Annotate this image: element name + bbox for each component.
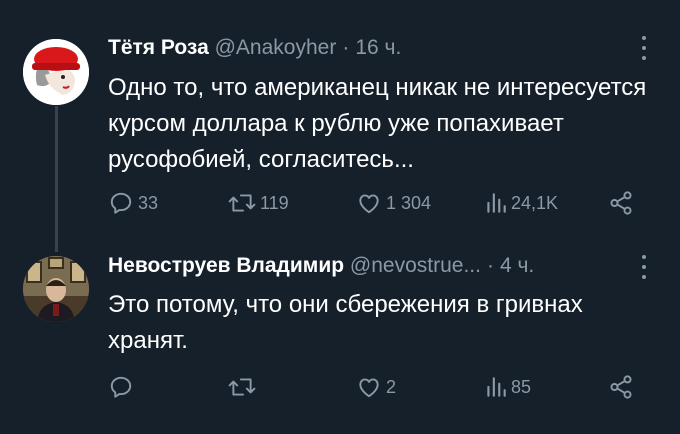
tweet-text: Это потому, что они сбережения в гривнах… bbox=[108, 291, 583, 354]
avatar-image bbox=[23, 256, 89, 322]
separator: · bbox=[486, 254, 494, 277]
reply-button[interactable]: 33 bbox=[108, 188, 158, 218]
share-button[interactable] bbox=[608, 188, 634, 218]
action-bar: 2 85 bbox=[108, 372, 648, 402]
tweet[interactable]: Невоструев Владимир @nevostrue... · 4 ч. Э… bbox=[0, 246, 680, 434]
views-icon bbox=[487, 377, 506, 397]
tweet-header: Тётя Роза @Anakoyher · 16 ч. bbox=[108, 35, 620, 61]
avatar[interactable] bbox=[23, 39, 89, 105]
action-bar: 33 119 1 304 24,1K bbox=[108, 188, 648, 218]
more-icon[interactable] bbox=[634, 36, 654, 60]
tweet-header: Невоструев Владимир @nevostrue... · 4 ч. bbox=[108, 253, 620, 279]
like-count: 1 304 bbox=[386, 192, 432, 213]
more-icon[interactable] bbox=[634, 255, 654, 279]
author-name[interactable]: Невоструев Владимир bbox=[108, 254, 344, 277]
timestamp[interactable]: 4 ч. bbox=[500, 254, 534, 277]
like-button[interactable]: 2 bbox=[356, 372, 396, 402]
avatar[interactable] bbox=[23, 256, 89, 322]
tweet-text: Одно то, что американец никак не интерес… bbox=[108, 74, 647, 173]
author-handle[interactable]: @nevostrue... bbox=[350, 254, 481, 277]
tweet[interactable]: Тётя Роза @Anakoyher · 16 ч. Одно то, что … bbox=[0, 0, 680, 246]
avatar-image bbox=[23, 39, 89, 105]
reply-count: 33 bbox=[138, 192, 159, 213]
retweet-count: 119 bbox=[260, 192, 289, 213]
view-count: 24,1K bbox=[511, 192, 559, 213]
author-name[interactable]: Тётя Роза bbox=[108, 36, 209, 59]
timestamp[interactable]: 16 ч. bbox=[355, 36, 401, 59]
retweet-icon bbox=[228, 378, 256, 396]
reply-icon bbox=[110, 376, 132, 398]
separator: · bbox=[342, 36, 350, 59]
views-button[interactable]: 85 bbox=[485, 372, 531, 402]
author-handle[interactable]: @Anakoyher bbox=[215, 36, 337, 59]
reply-icon bbox=[110, 192, 132, 214]
views-button[interactable]: 24,1K bbox=[485, 188, 558, 218]
share-icon bbox=[610, 191, 632, 215]
share-icon bbox=[610, 375, 632, 399]
share-button[interactable] bbox=[608, 372, 634, 402]
like-button[interactable]: 1 304 bbox=[356, 188, 431, 218]
like-icon bbox=[359, 194, 379, 214]
reply-button[interactable] bbox=[108, 372, 138, 402]
retweet-button[interactable]: 119 bbox=[228, 188, 289, 218]
like-icon bbox=[359, 378, 379, 398]
views-icon bbox=[487, 193, 506, 213]
like-count: 2 bbox=[386, 376, 397, 397]
retweet-icon bbox=[228, 194, 256, 212]
retweet-button[interactable] bbox=[228, 372, 260, 402]
view-count: 85 bbox=[511, 376, 532, 397]
